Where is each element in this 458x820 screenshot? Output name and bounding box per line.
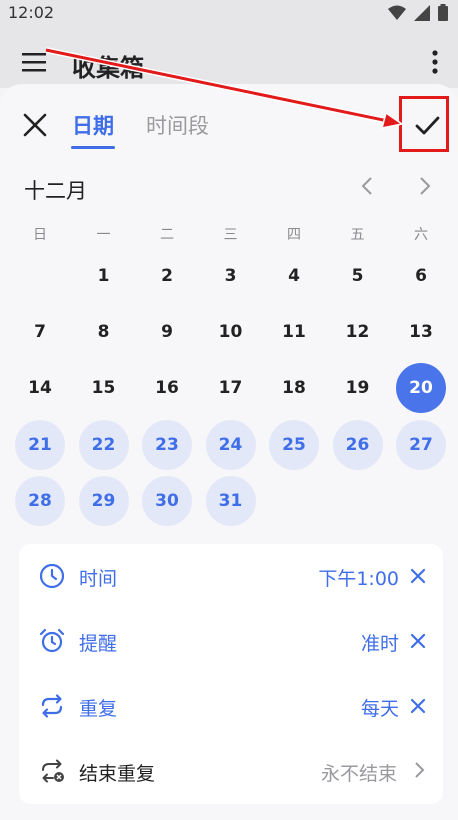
calendar-day[interactable]: 27 — [396, 419, 446, 470]
calendar-day[interactable]: 25 — [269, 419, 319, 470]
chevron-left-icon[interactable] — [360, 176, 374, 196]
calendar-day[interactable]: 12 — [333, 307, 383, 357]
repeat-icon — [41, 694, 63, 718]
app-bar: 收集箱 — [0, 26, 458, 88]
tab-time-range[interactable]: 时间段 — [146, 110, 209, 140]
status-icons — [388, 4, 448, 21]
more-vert-icon[interactable] — [432, 50, 438, 74]
calendar-day[interactable]: 22 — [78, 419, 129, 470]
time-value: 下午1:00 — [318, 568, 399, 590]
calendar-day[interactable]: 23 — [142, 419, 192, 470]
weekday-label: 一 — [96, 227, 111, 243]
clock-icon — [39, 563, 65, 589]
calendar-day[interactable]: 1 — [79, 251, 129, 301]
time-label: 时间 — [79, 568, 118, 590]
calendar-day[interactable]: 10 — [206, 307, 256, 357]
tab-indicator — [71, 146, 115, 149]
calendar-day[interactable]: 2 — [142, 251, 192, 301]
time-row[interactable]: 时间 下午1:00 — [19, 544, 443, 608]
calendar-day[interactable]: 6 — [396, 251, 446, 301]
calendar-day[interactable]: 26 — [332, 419, 383, 470]
repeat-value: 每天 — [360, 698, 399, 720]
weekday-label: 五 — [350, 227, 365, 243]
month-label: 十二月 — [24, 179, 87, 203]
calendar-day[interactable]: 19 — [333, 363, 383, 413]
repeat-end-icon — [42, 759, 64, 783]
end-repeat-row[interactable]: 结束重复 永不结束 — [19, 739, 443, 803]
clear-reminder-icon[interactable] — [409, 632, 427, 650]
calendar-day[interactable]: 28 — [15, 475, 65, 526]
calendar-day[interactable]: 17 — [206, 363, 256, 413]
options-card: 时间 下午1:00 提醒 准时 重复 每天 结束重复 永不结束 — [19, 544, 443, 804]
calendar-day[interactable]: 30 — [142, 475, 192, 526]
repeat-row[interactable]: 重复 每天 — [19, 674, 443, 738]
clear-time-icon[interactable] — [409, 567, 427, 585]
weekday-label: 四 — [287, 227, 301, 243]
highlight-box — [399, 96, 449, 152]
calendar-day[interactable]: 31 — [205, 475, 256, 526]
alarm-icon — [39, 628, 65, 653]
battery-icon — [438, 4, 448, 21]
calendar-day[interactable]: 3 — [206, 251, 256, 301]
reminder-value: 准时 — [360, 633, 399, 655]
status-bar: 12:02 — [0, 0, 458, 26]
calendar-day[interactable]: 15 — [79, 363, 129, 413]
close-icon[interactable] — [22, 112, 48, 138]
end-repeat-label: 结束重复 — [79, 763, 156, 785]
weekday-label: 三 — [223, 227, 238, 243]
menu-icon[interactable] — [22, 52, 46, 72]
chevron-right-icon — [415, 762, 425, 778]
reminder-label: 提醒 — [79, 633, 118, 655]
weekday-label: 二 — [160, 227, 174, 243]
end-repeat-value: 永不结束 — [320, 763, 397, 785]
calendar-day[interactable]: 8 — [79, 307, 129, 357]
chevron-right-icon[interactable] — [418, 176, 432, 196]
clear-repeat-icon[interactable] — [409, 697, 427, 715]
calendar-day[interactable]: 5 — [333, 251, 383, 301]
calendar-day[interactable]: 13 — [396, 307, 446, 357]
calendar-day[interactable]: 29 — [78, 475, 129, 526]
calendar-day[interactable]: 9 — [142, 307, 192, 357]
calendar-day[interactable]: 11 — [269, 307, 319, 357]
weekday-label: 六 — [414, 227, 428, 243]
wifi-icon — [388, 5, 406, 20]
calendar-day[interactable]: 21 — [15, 419, 65, 470]
repeat-label: 重复 — [79, 698, 118, 720]
weekday-label: 日 — [33, 227, 47, 243]
calendar-day[interactable]: 4 — [269, 251, 319, 301]
status-time: 12:02 — [8, 3, 55, 22]
calendar-day[interactable]: 24 — [205, 419, 256, 470]
calendar-day[interactable]: 7 — [15, 307, 65, 357]
tab-date[interactable]: 日期 — [72, 110, 114, 140]
signal-icon — [414, 4, 430, 21]
app-title: 收集箱 — [72, 54, 144, 82]
reminder-row[interactable]: 提醒 准时 — [19, 609, 443, 673]
